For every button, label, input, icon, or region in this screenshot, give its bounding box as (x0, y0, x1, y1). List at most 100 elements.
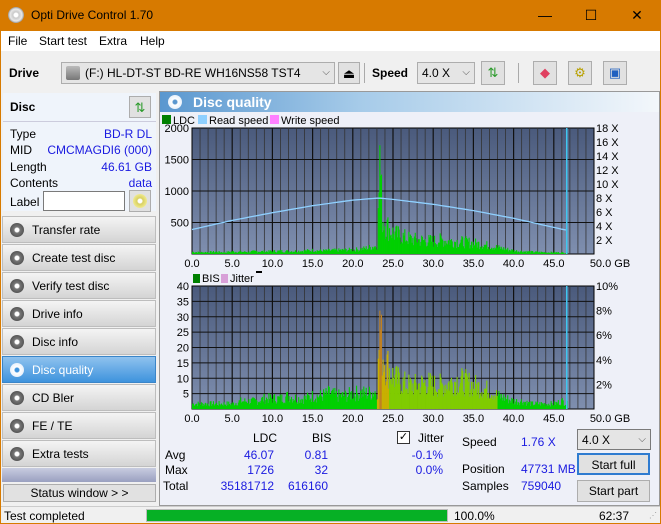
nav-verify-test-disc[interactable]: Verify test disc (2, 272, 156, 299)
stats-total-ldc: 35181712 (220, 479, 274, 493)
stats-jitter-label: Jitter (418, 431, 445, 445)
stats-max-ldc: 1726 (247, 463, 274, 477)
x-tick-label: 40.0 (503, 413, 524, 424)
disc-label-button[interactable] (129, 190, 151, 212)
y-tick-label: 5 (183, 389, 189, 401)
stats-col-ldc: LDC (253, 431, 278, 445)
nav-label: FE / TE (32, 419, 73, 433)
y2-tick-label: 18 X (596, 123, 619, 135)
speed-label: Speed (372, 66, 409, 80)
panel-title: Disc quality (193, 94, 272, 110)
bis-chart: BIS Jitter 5 10 15 20 25 30 35 40 2% 4% 6% 8% 10% 0.0… (177, 271, 630, 424)
x-tick-label: 0.0 (184, 413, 199, 424)
window-title: Opti Drive Control 1.70 (31, 8, 154, 22)
nav-disc-quality[interactable]: Disc quality (2, 356, 156, 383)
stats-avg-label: Avg (165, 448, 186, 462)
menu-start-test[interactable]: Start test (39, 34, 87, 48)
refresh-button[interactable]: ⇅ (481, 61, 505, 85)
drive-icon (66, 66, 80, 80)
chevron-down-icon: ⌵ (322, 67, 330, 78)
drive-select-value: (F:) HL-DT-ST BD-RE WH16NS58 TST4 (85, 66, 301, 80)
y2-tick-label: 16 X (596, 137, 619, 149)
x-tick-label: 5.0 (225, 413, 240, 424)
disc-mid-value: CMCMAGDI6 (000) (47, 143, 152, 157)
test-speed-select[interactable]: 4.0 X ⌵ (577, 429, 651, 450)
legend-read-speed-label: Read speed (209, 115, 268, 127)
stats-max-jitter: 0.0% (415, 463, 443, 477)
x-tick-label: 35.0 (463, 413, 484, 424)
disc-speed-icon (10, 223, 24, 237)
stats-avg-bis: 0.81 (304, 448, 328, 462)
y-tick-label: 30 (177, 312, 189, 324)
elapsed-time: 62:37 (598, 509, 629, 523)
menu-file[interactable]: File (8, 34, 27, 48)
y-tick-label: 2000 (165, 123, 189, 135)
position-label: Position (462, 462, 505, 476)
minimize-button[interactable]: — (522, 0, 568, 31)
disc-length-label: Length (10, 160, 47, 174)
legend-bis-swatch (193, 274, 200, 283)
y2-tick-label: 12 X (596, 165, 619, 177)
y2-tick-label: 10% (596, 281, 618, 293)
samples-label: Samples (462, 479, 509, 493)
close-button[interactable]: ✕ (614, 0, 660, 31)
disc-type-label: Type (10, 127, 37, 141)
extra-tests-icon (10, 447, 24, 461)
nav-transfer-rate[interactable]: Transfer rate (2, 216, 156, 243)
app-window: Opti Drive Control 1.70 — ☐ ✕ File Start… (1, 0, 660, 523)
app-disc-icon (8, 7, 24, 23)
disc-label-input[interactable] (43, 191, 125, 211)
nav-label: Drive info (32, 307, 83, 321)
nav-fe-te[interactable]: FE / TE (2, 412, 156, 439)
nav-drive-info[interactable]: Drive info (2, 300, 156, 327)
erase-button[interactable]: ◆ (533, 61, 557, 85)
status-window-button[interactable]: Status window > > (3, 484, 156, 502)
chevron-down-icon: ⌵ (638, 434, 646, 445)
disc-quality-icon (10, 363, 24, 377)
disc-length-value: 46.61 GB (101, 160, 152, 174)
y2-tick-label: 8% (596, 306, 612, 318)
menu-extra[interactable]: Extra (99, 34, 127, 48)
nav-label: Extra tests (32, 447, 89, 461)
speed-select-value: 4.0 X (422, 66, 451, 80)
ldc-chart: LDC Read speed Write speed 5001000150020… (162, 115, 630, 270)
disc-mid-label: MID (10, 143, 32, 157)
stats-avg-jitter: -0.1% (411, 448, 443, 462)
x-tick-label: 45.0 (543, 413, 564, 424)
settings-button[interactable]: ⚙ (568, 61, 592, 85)
sidebar: Disc ⇅ Type BD-R DL MID CMCMAGDI6 (000) … (1, 91, 159, 506)
resize-grip-icon[interactable]: ⋰ (649, 511, 657, 520)
stats-avg-ldc: 46.07 (243, 448, 274, 462)
nav-label: Disc info (32, 335, 79, 349)
position-value: 47731 MB (521, 462, 576, 476)
menu-help[interactable]: Help (140, 34, 165, 48)
stats-col-bis: BIS (312, 431, 332, 445)
start-part-button[interactable]: Start part (577, 480, 650, 502)
y-tick-label: 35 (177, 296, 189, 308)
y2-tick-label: 4 X (596, 221, 613, 233)
toolbar-divider (364, 63, 365, 83)
speed-select[interactable]: 4.0 X ⌵ (417, 62, 475, 84)
progress-text: 100.0% (454, 509, 495, 523)
nav-cd-bler[interactable]: CD Bler (2, 384, 156, 411)
nav-disc-info[interactable]: Disc info (2, 328, 156, 355)
nav-create-test-disc[interactable]: Create test disc (2, 244, 156, 271)
disc-verify-icon (10, 279, 24, 293)
eject-button[interactable]: ⏏ (338, 62, 360, 84)
fe-te-icon (10, 419, 24, 433)
y-tick-label: 40 (177, 281, 189, 293)
status-bar: Test completed 100.0% 62:37 ⋰ (1, 506, 660, 523)
jitter-checkbox[interactable]: ✓ (397, 431, 410, 444)
cd-bler-icon (10, 391, 24, 405)
nav-extra-tests[interactable]: Extra tests (2, 440, 156, 467)
save-button[interactable]: ▣ (603, 61, 627, 85)
stats-total-bis: 616160 (287, 479, 328, 493)
maximize-button[interactable]: ☐ (568, 0, 614, 31)
x-tick-label: 20.0 (342, 413, 363, 424)
nav-label: CD Bler (32, 391, 75, 405)
drive-select[interactable]: (F:) HL-DT-ST BD-RE WH16NS58 TST4 ⌵ (61, 62, 335, 84)
status-text: Test completed (4, 509, 85, 523)
disc-contents-label: Contents (10, 176, 59, 190)
start-full-button[interactable]: Start full (577, 453, 650, 475)
disc-refresh-button[interactable]: ⇅ (129, 96, 151, 118)
